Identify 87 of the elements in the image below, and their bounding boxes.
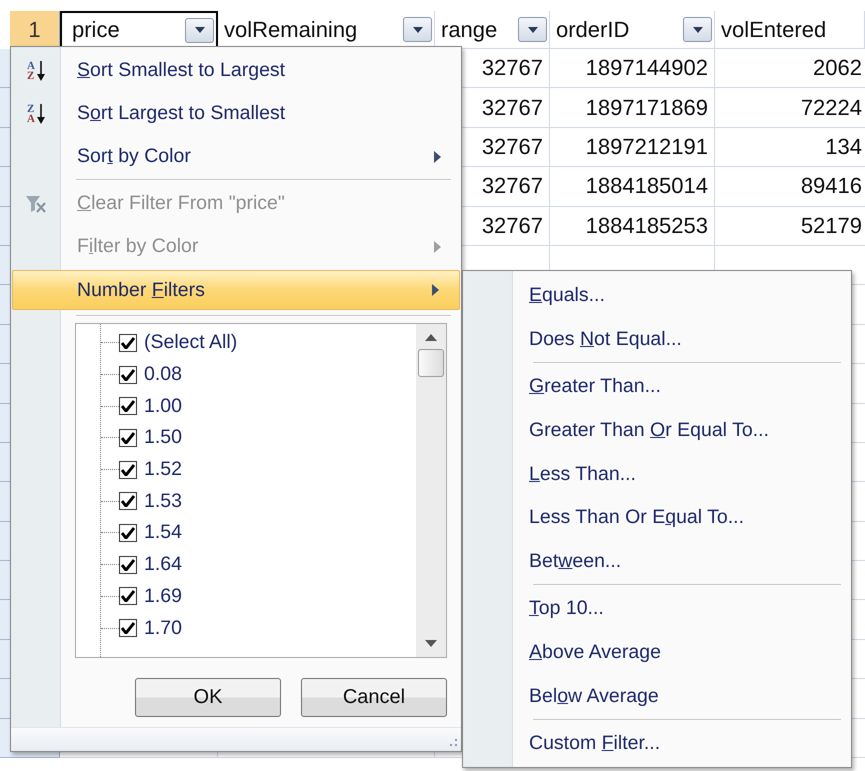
value-label: 0.08 xyxy=(143,363,182,386)
column-header: volRemaining xyxy=(224,16,358,42)
check-icon xyxy=(121,622,135,634)
scroll-down-icon xyxy=(425,640,437,647)
checkbox[interactable] xyxy=(119,366,137,384)
check-icon xyxy=(121,464,135,476)
table-cell: 32767 xyxy=(482,173,543,200)
check-icon xyxy=(121,368,135,381)
check-icon xyxy=(121,495,135,508)
table-cell: 1884185253 xyxy=(586,212,708,239)
menu-item[interactable]: Less Than Or Equal To... xyxy=(513,506,831,530)
header-cell[interactable]: orderID xyxy=(550,11,715,49)
clear-filter-icon xyxy=(25,194,47,214)
scroll-up-icon xyxy=(425,334,437,341)
filter-dropdown-button[interactable] xyxy=(683,17,712,42)
table-cell: 32767 xyxy=(482,94,543,121)
resize-grip-icon xyxy=(448,738,458,748)
column-header: price xyxy=(72,17,120,43)
value-label: 1.64 xyxy=(143,553,182,576)
value-label: 1.52 xyxy=(143,458,182,482)
menu-item[interactable]: Greater Than... xyxy=(513,375,831,398)
cancel-button[interactable]: Cancel xyxy=(301,678,447,717)
check-icon xyxy=(121,432,135,444)
check-icon xyxy=(121,336,135,349)
menu-item[interactable]: Top 10... xyxy=(513,597,831,620)
menu-item[interactable]: Sort by Color xyxy=(61,145,434,168)
table-cell: 32767 xyxy=(482,134,543,160)
checkbox[interactable] xyxy=(119,619,137,638)
checkbox[interactable] xyxy=(119,556,137,574)
menu-item[interactable]: Equals... xyxy=(513,284,831,308)
check-icon xyxy=(121,400,135,412)
value-label: 1.53 xyxy=(143,490,182,513)
highlighted-menu-item[interactable]: Number Filters xyxy=(12,270,460,310)
menu-item[interactable]: Above Average xyxy=(513,641,831,664)
submenu-arrow-icon xyxy=(434,150,441,162)
menu-item[interactable]: Less Than... xyxy=(513,462,831,486)
caret-icon xyxy=(692,26,702,32)
value-label: 1.70 xyxy=(143,616,182,640)
checkbox[interactable] xyxy=(119,460,137,479)
column-header: range xyxy=(441,16,498,42)
menu-item[interactable]: Below Average xyxy=(513,684,831,708)
ok-button[interactable]: OK xyxy=(135,678,281,717)
table-cell: 2062 xyxy=(813,55,862,82)
table-cell: 1897171869 xyxy=(586,94,708,121)
scrollbar[interactable] xyxy=(416,324,446,657)
table-cell: 1884185014 xyxy=(586,173,708,200)
table-cell: 89416 xyxy=(800,173,862,200)
value-label: 1.69 xyxy=(143,584,182,608)
checkbox[interactable] xyxy=(119,334,137,352)
table-cell: 1897144902 xyxy=(586,55,708,82)
column-header: volEntered xyxy=(721,16,826,42)
checkbox[interactable] xyxy=(119,397,137,416)
menu-item[interactable]: Sort Largest to Smallest xyxy=(61,102,441,125)
table-cell: 72224 xyxy=(800,94,862,121)
header-cell[interactable]: volEntered xyxy=(715,11,865,49)
caret-icon xyxy=(412,26,422,32)
checkbox[interactable] xyxy=(119,524,137,542)
filter-dropdown-button[interactable] xyxy=(403,17,432,42)
column-header: orderID xyxy=(556,16,630,42)
check-icon xyxy=(121,526,135,539)
checkbox[interactable] xyxy=(119,428,137,447)
check-icon xyxy=(121,558,135,571)
table-cell: 1897212191 xyxy=(586,134,708,160)
checkbox[interactable] xyxy=(119,587,137,606)
submenu-arrow-icon xyxy=(434,240,441,252)
scroll-thumb[interactable] xyxy=(418,349,444,377)
filter-dropdown-button[interactable] xyxy=(518,17,547,42)
value-label: 1.50 xyxy=(143,426,182,450)
check-icon xyxy=(121,590,135,602)
menu-item[interactable]: Sort Smallest to Largest xyxy=(61,59,441,82)
filter-dropdown-button[interactable] xyxy=(185,18,214,42)
value-label: (Select All) xyxy=(143,331,238,354)
menu-item[interactable]: Custom Filter... xyxy=(513,732,831,756)
row-number: 1 xyxy=(10,11,60,49)
value-label: 1.54 xyxy=(143,521,182,544)
caret-icon xyxy=(194,27,204,33)
menu-item[interactable]: Does Not Equal... xyxy=(513,328,831,351)
caret-icon xyxy=(528,26,538,32)
submenu-arrow-icon xyxy=(432,284,439,296)
menu-item[interactable]: Between... xyxy=(513,550,831,573)
value-label: 1.00 xyxy=(143,394,182,418)
table-cell: 52179 xyxy=(800,212,862,239)
table-cell: 134 xyxy=(825,134,862,160)
menu-item[interactable]: Greater Than Or Equal To... xyxy=(513,419,831,442)
checkbox[interactable] xyxy=(119,492,137,510)
table-cell: 32767 xyxy=(482,212,543,239)
table-cell: 32767 xyxy=(482,55,543,82)
